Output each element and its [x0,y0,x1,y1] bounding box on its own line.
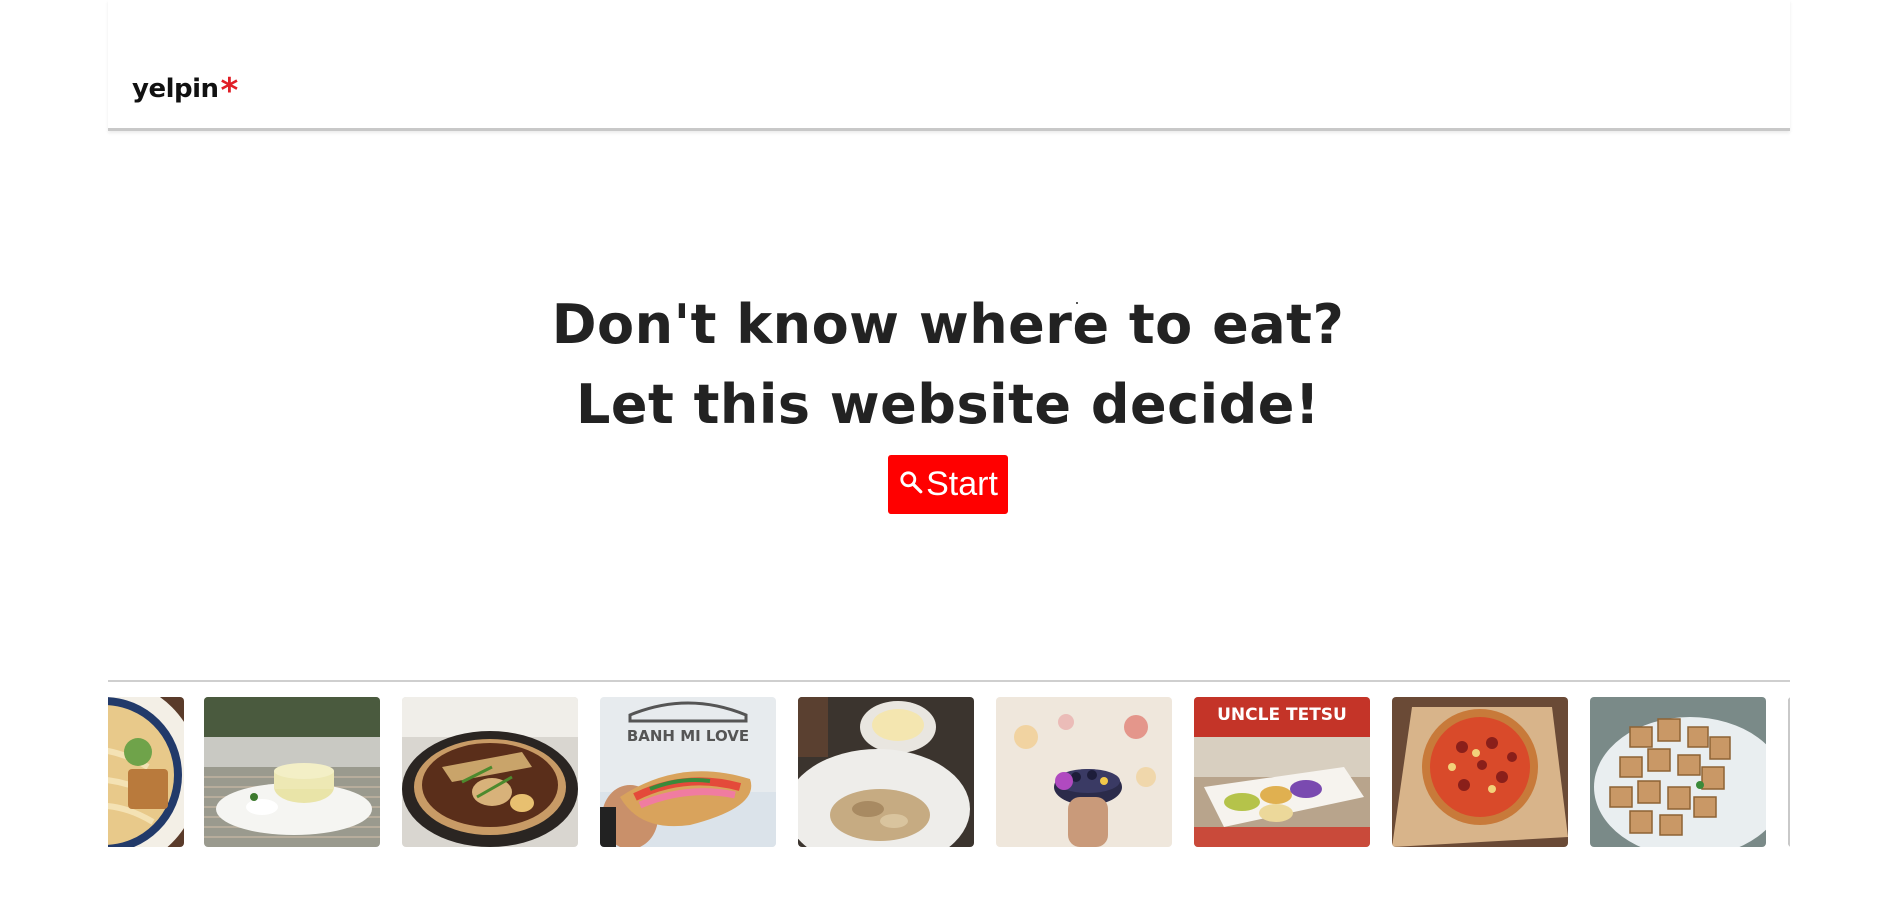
hero-section: Don't know where to eat? Let this websit… [0,285,1896,514]
top-navbar: yelpin * [108,0,1790,131]
gallery-photo-banh-mi[interactable]: BANH MI LOVE [600,697,776,847]
hero-headline-line-1: Don't know where to eat? [551,293,1345,356]
gallery-photo-noodle-bowl[interactable] [108,697,184,847]
gallery-photo-pizza[interactable] [1392,697,1568,847]
gallery-photo-acai-bowl[interactable] [996,697,1172,847]
gallery-photo-cheesecake[interactable] [204,697,380,847]
yelpin-logo[interactable]: yelpin * [132,71,239,111]
logo-star-icon: * [220,71,239,111]
gallery-divider [108,680,1790,682]
stray-dot [1076,302,1078,304]
start-button-label: Start [926,465,998,503]
hero-headline-line-2: Let this website decide! [575,373,1321,436]
page: yelpin * Don't know where to eat? Let th… [0,0,1896,921]
search-icon [898,465,926,504]
gallery-photo-partial[interactable] [1788,697,1790,847]
gallery-photo-fried-tofu[interactable] [1590,697,1766,847]
banh-mi-sign-text: BANH MI LOVE [627,727,749,745]
uncle-tetsu-sign-text: UNCLE TETSU [1217,705,1347,725]
gallery-photo-uncle-tetsu[interactable]: UNCLE TETSU [1194,697,1370,847]
gallery-photo-stew[interactable] [402,697,578,847]
gallery-photo-rice-bowl[interactable] [798,697,974,847]
start-button[interactable]: Start [888,455,1008,514]
logo-text: yelpin [132,74,219,104]
food-photo-carousel[interactable]: BANH MI LOVE UNCLE TETSU [108,697,1790,848]
